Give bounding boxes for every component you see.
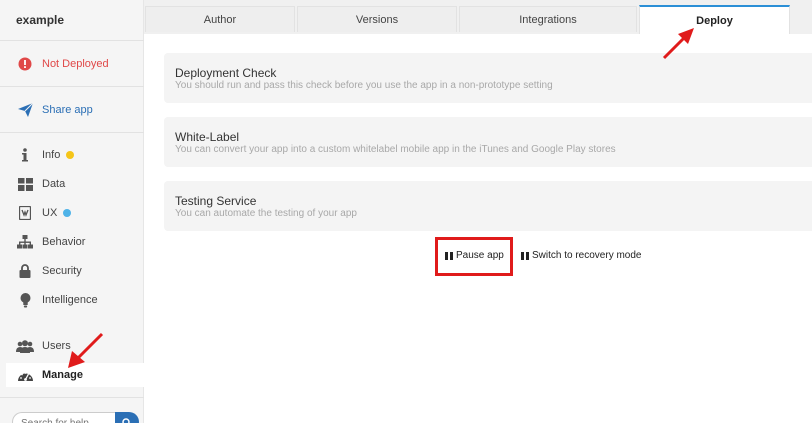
help-search-button[interactable] [115,412,139,423]
sidebar-divider [0,132,144,133]
sidebar-item-label: Intelligence [42,294,98,306]
annotation-highlight-box [435,237,513,276]
sidebar-item-security[interactable]: Security [16,261,82,281]
sitemap-icon [16,234,34,250]
annotation-arrow-icon [68,332,104,368]
card-description: You should run and pass this check befor… [175,80,553,91]
card-title: Testing Service [175,194,257,208]
users-icon [16,338,34,354]
card-title: White-Label [175,130,240,144]
tab-bar: Author Versions Integrations Deploy [144,0,812,34]
lightbulb-icon [16,292,34,308]
sidebar-item-label: Data [42,178,66,190]
send-icon [16,102,34,118]
card-description: You can automate the testing of your app [175,208,357,219]
sidebar-item-ux[interactable]: UX [16,203,72,223]
sidebar-item-data[interactable]: Data [16,174,65,194]
sidebar-item-label: Manage [42,369,83,381]
sidebar-item-label: Behavior [42,236,86,248]
sidebar-divider [0,86,144,87]
share-app-label: Share app [42,104,93,116]
document-icon [16,205,34,221]
help-search-input[interactable] [12,412,116,423]
tab-versions[interactable]: Versions [297,6,457,32]
sidebar-divider [0,397,144,398]
app-name: example [16,13,65,27]
sidebar-item-info[interactable]: Info [16,145,75,165]
ux-indicator-dot [63,209,72,217]
dashboard-icon [16,367,34,383]
alert-circle-icon [16,56,34,72]
tab-author[interactable]: Author [145,6,295,32]
sidebar-divider [0,40,144,41]
share-app-link[interactable]: Share app [16,100,93,120]
tab-integrations[interactable]: Integrations [459,6,637,32]
lock-icon [16,263,34,279]
pause-icon [521,251,529,260]
white-label-card[interactable]: White-Label You can convert your app int… [164,117,812,167]
annotation-arrow-icon [662,28,694,60]
info-indicator-dot [66,151,75,159]
sidebar-item-label: Security [42,265,82,277]
deployment-check-card[interactable]: Deployment Check You should run and pass… [164,53,812,103]
recovery-mode-label: Switch to recovery mode [532,250,642,261]
card-title: Deployment Check [175,66,277,80]
sidebar-item-intelligence[interactable]: Intelligence [16,290,98,310]
sidebar-item-behavior[interactable]: Behavior [16,232,85,252]
grid-icon [16,176,34,192]
deploy-status-label: Not Deployed [42,58,109,70]
search-icon [122,415,132,423]
sidebar-item-label: Info [42,149,61,161]
card-description: You can convert your app into a custom w… [175,144,616,155]
info-icon [16,147,34,163]
deploy-status[interactable]: Not Deployed [16,54,109,74]
sidebar-item-label: UX [42,207,58,219]
recovery-mode-button[interactable]: Switch to recovery mode [521,250,642,261]
testing-service-card[interactable]: Testing Service You can automate the tes… [164,181,812,231]
